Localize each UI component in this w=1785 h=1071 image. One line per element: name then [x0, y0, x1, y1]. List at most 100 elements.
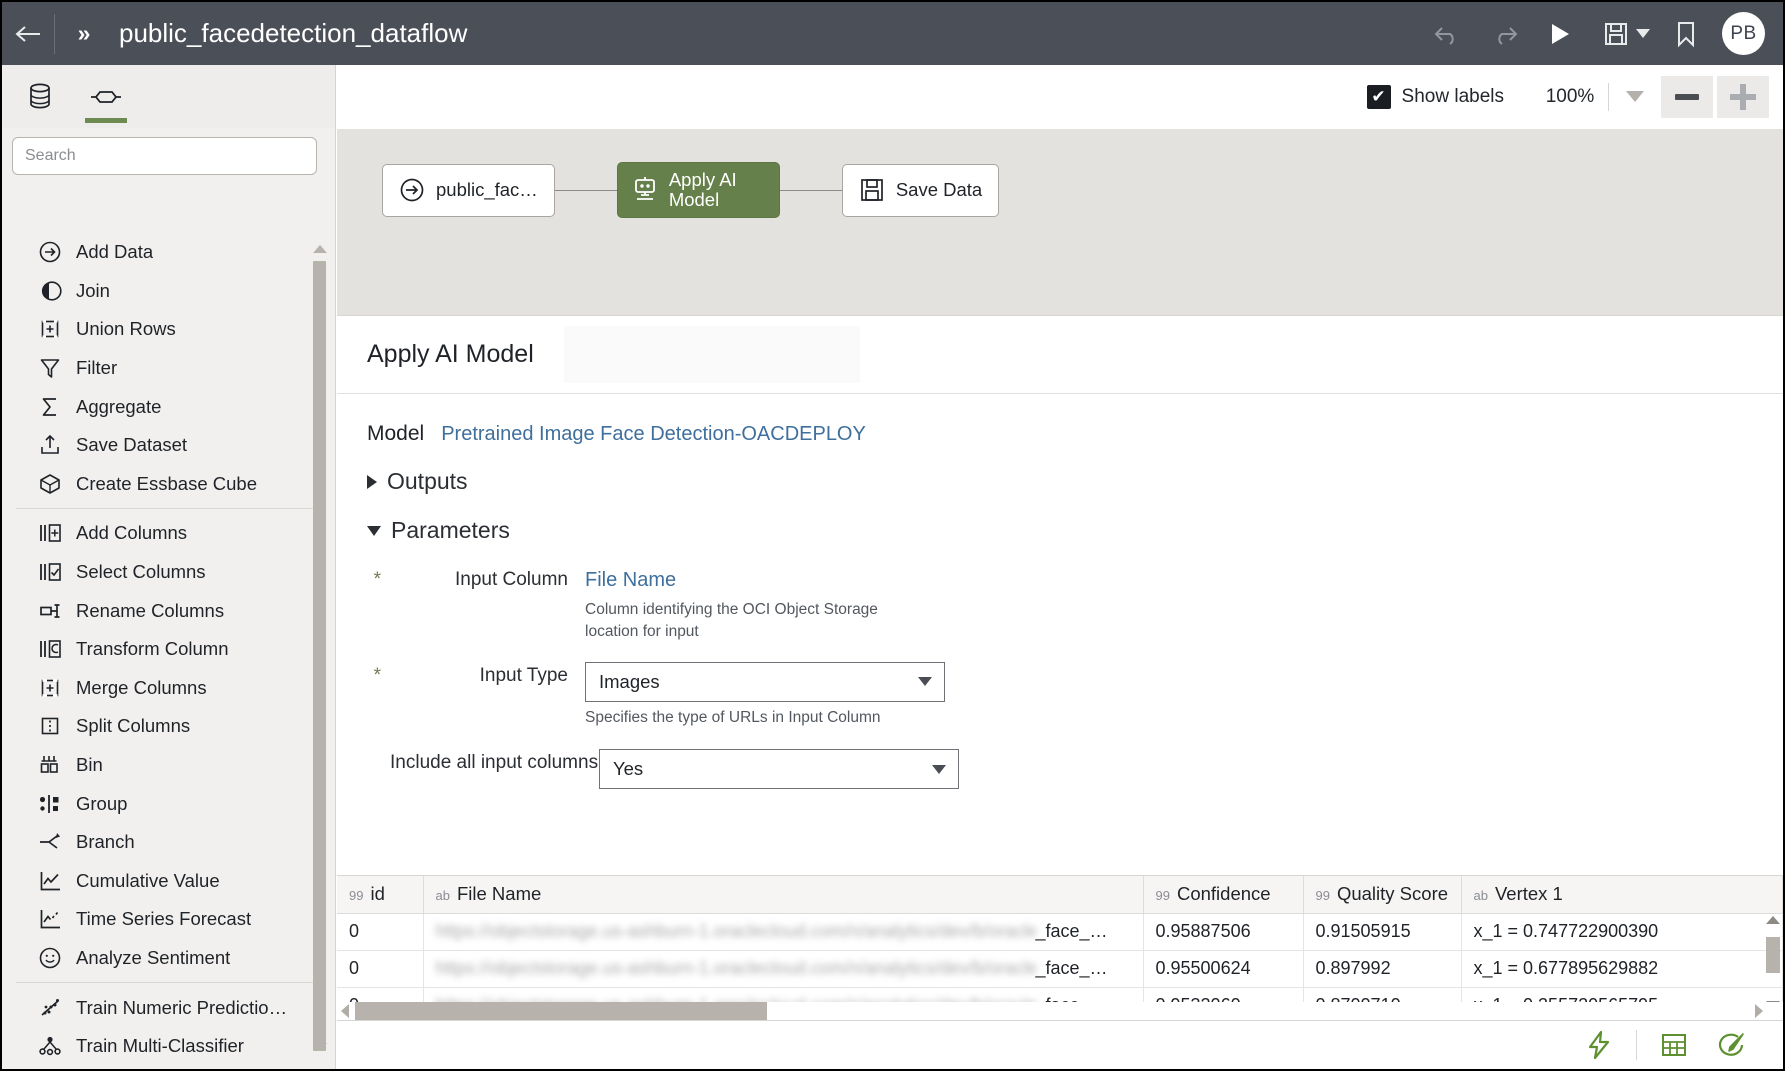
- table-header-row: 99 id ab File Name 99 Confidence 99 Quality Sco…: [337, 876, 1783, 914]
- sidebar-item-bin[interactable]: Bin: [2, 746, 335, 785]
- sidebar-item-add-data[interactable]: Add Data: [2, 233, 335, 272]
- sidebar-item-cumulative-value[interactable]: Cumulative Value: [2, 862, 335, 901]
- table-vscroll-thumb[interactable]: [1766, 937, 1780, 973]
- redacted-url: https://objectstorage.us-ashburn-1.oracl…: [435, 921, 1036, 942]
- sidebar-item-label: Add Data: [76, 241, 154, 263]
- input-column-control: File Name Column identifying the OCI Obj…: [585, 566, 915, 644]
- sidebar-item-train-numeric-predictio[interactable]: Train Numeric Predictio…: [2, 988, 335, 1027]
- sidebar-scrollbar[interactable]: [311, 243, 327, 1051]
- sidebar-item-label: Group: [76, 792, 128, 814]
- sidebar-item-join[interactable]: Join: [2, 272, 335, 311]
- sidebar-item-select-columns[interactable]: Select Columns: [2, 553, 335, 592]
- cell-quality-score: 0.91505915: [1303, 913, 1462, 951]
- search-container: [2, 128, 335, 183]
- flow-node-apply-ai-model[interactable]: Apply AI Model: [616, 162, 780, 218]
- input-column-hint: Column identifying the OCI Object Storag…: [585, 601, 878, 641]
- avatar[interactable]: PB: [1722, 12, 1765, 55]
- scroll-down-arrow-icon[interactable]: [313, 1043, 327, 1051]
- model-value-link[interactable]: Pretrained Image Face Detection-OACDEPLO…: [441, 423, 866, 446]
- sidebar-item-list[interactable]: Add Data Join Union Rows Filter Aggregate Sav…: [2, 233, 335, 1069]
- sidebar-item-train-multi-classifier[interactable]: Train Multi-Classifier: [2, 1027, 335, 1066]
- table-scroll-left-icon[interactable]: [341, 1004, 349, 1018]
- sidebar-item-filter[interactable]: Filter: [2, 349, 335, 388]
- redo-button[interactable]: [1476, 2, 1532, 65]
- table-column-header[interactable]: 99 Quality Score: [1303, 876, 1462, 914]
- sidebar-item-add-columns[interactable]: Add Columns: [2, 514, 335, 553]
- merge-columns-icon: [38, 675, 68, 701]
- sidebar-item-split-columns[interactable]: Split Columns: [2, 707, 335, 746]
- cell-id: 0: [337, 913, 424, 951]
- scrollbar-track[interactable]: [311, 243, 327, 1051]
- table-column-header[interactable]: ab File Name: [423, 876, 1144, 914]
- sidebar-item-time-series-forecast[interactable]: Time Series Forecast: [2, 900, 335, 939]
- undo-button[interactable]: [1420, 2, 1476, 65]
- table-row[interactable]: 0 https://objectstorage.us-ashburn-1.orac…: [337, 913, 1783, 951]
- sidebar-item-branch[interactable]: Branch: [2, 823, 335, 862]
- cube-icon: [38, 471, 68, 497]
- input-type-hint: Specifies the type of URLs in Input Colu…: [585, 708, 881, 726]
- edit-circle-button[interactable]: [1703, 1022, 1761, 1068]
- parameters-accordion[interactable]: Parameters: [367, 517, 1783, 544]
- sidebar-item-aggregate[interactable]: Aggregate: [2, 387, 335, 426]
- table-scroll-up-icon[interactable]: [1766, 916, 1780, 924]
- sidebar-tab-data[interactable]: [18, 67, 62, 127]
- show-labels-toggle[interactable]: ✔ Show labels: [1366, 84, 1504, 109]
- show-labels-checkbox[interactable]: ✔: [1366, 84, 1391, 109]
- table-column-header[interactable]: 99 Confidence: [1143, 876, 1304, 914]
- flow-canvas[interactable]: public_fac… Apply AI Model Save Data: [337, 128, 1783, 315]
- sidebar-item-label: Merge Columns: [76, 676, 207, 698]
- sigma-icon: [38, 394, 68, 420]
- grid-button[interactable]: [1645, 1022, 1703, 1068]
- back-arrow-icon: [15, 25, 40, 42]
- sidebar-item-label: Train Multi-Classifier: [76, 1035, 244, 1057]
- page-title: public_facedetection_dataflow: [119, 18, 468, 48]
- grid-icon: [1662, 1034, 1686, 1056]
- table-row[interactable]: 0 https://objectstorage.us-ashburn-1.orac…: [337, 950, 1783, 988]
- flow-node-source[interactable]: public_fac…: [382, 163, 555, 217]
- sidebar-item-transform-column[interactable]: Transform Column: [2, 630, 335, 669]
- sidebar-tab-workflow[interactable]: [84, 67, 128, 127]
- sidebar-item-label: Bin: [76, 754, 103, 776]
- include-all-columns-select[interactable]: Yes: [599, 749, 959, 790]
- flow-node-save-data[interactable]: Save Data: [841, 163, 1000, 217]
- input-type-label: Input Type: [479, 664, 568, 686]
- column-type-badge: ab: [435, 888, 450, 904]
- input-column-value[interactable]: File Name: [585, 566, 915, 594]
- table-scroll-right-icon[interactable]: [1755, 1004, 1763, 1018]
- back-button[interactable]: [2, 2, 54, 65]
- zoom-dropdown-button[interactable]: [1609, 75, 1661, 119]
- table-hscroll-thumb[interactable]: [355, 1002, 767, 1020]
- properties-name-field[interactable]: [563, 326, 860, 383]
- lightning-button[interactable]: [1570, 1022, 1628, 1068]
- search-input[interactable]: [12, 137, 317, 175]
- expand-menu-button[interactable]: »: [55, 2, 109, 65]
- lightning-icon: [1588, 1030, 1610, 1060]
- save-dropdown-caret[interactable]: [1636, 29, 1650, 38]
- sidebar-item-group[interactable]: Group: [2, 784, 335, 823]
- sidebar-item-label: Add Columns: [76, 522, 188, 544]
- sidebar-item-rename-columns[interactable]: Rename Columns: [2, 591, 335, 630]
- sidebar-item-merge-columns[interactable]: Merge Columns: [2, 669, 335, 708]
- column-type-badge: ab: [1473, 888, 1488, 904]
- parameters-form: * Input Column File Name Column identify…: [367, 566, 1783, 790]
- sidebar-item-union-rows[interactable]: Union Rows: [2, 310, 335, 349]
- sidebar-item-analyze-sentiment[interactable]: Analyze Sentiment: [2, 939, 335, 978]
- sidebar-item-train-clustering[interactable]: Train Clustering: [2, 1065, 335, 1069]
- edit-circle-icon: [1718, 1033, 1744, 1056]
- outputs-accordion[interactable]: Outputs: [367, 468, 1783, 495]
- table-column-header[interactable]: 99 id: [337, 876, 424, 914]
- cell-vertex-1: x_1 = 0.747722900390: [1461, 913, 1783, 951]
- zoom-out-button[interactable]: [1661, 75, 1713, 118]
- sidebar-item-create-essbase-cube[interactable]: Create Essbase Cube: [2, 465, 335, 504]
- table-column-header[interactable]: ab Vertex 1: [1461, 876, 1783, 914]
- bookmark-button[interactable]: [1658, 2, 1714, 65]
- table-horizontal-scrollbar[interactable]: [337, 1002, 1783, 1022]
- sidebar-item-save-dataset[interactable]: Save Dataset: [2, 426, 335, 465]
- run-button[interactable]: [1532, 2, 1588, 65]
- input-type-select[interactable]: Images: [585, 661, 945, 702]
- play-icon: [1552, 23, 1569, 44]
- scrollbar-thumb[interactable]: [313, 261, 326, 1051]
- model-row: Model Pretrained Image Face Detection-OA…: [367, 422, 1783, 446]
- zoom-in-button[interactable]: [1717, 75, 1769, 118]
- zoom-level-value[interactable]: 100%: [1532, 86, 1608, 108]
